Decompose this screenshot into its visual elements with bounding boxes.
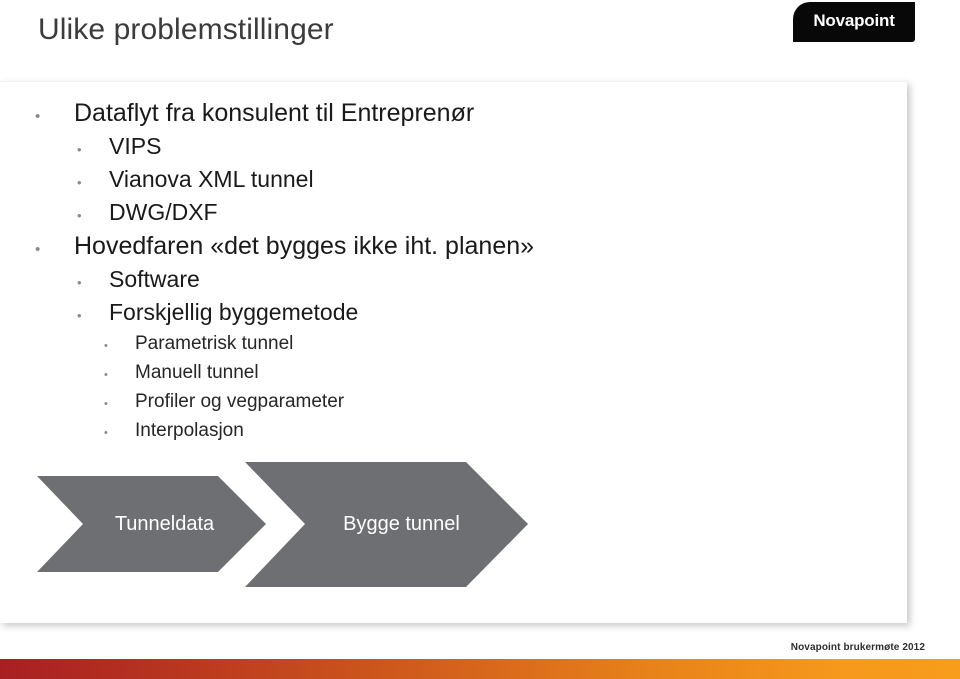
slide-content-panel: • Dataflyt fra konsulent til Entreprenør…: [0, 81, 907, 623]
bullet-marker-icon: •: [77, 308, 82, 323]
footer-note: Novapoint brukermøte 2012: [790, 642, 925, 653]
list-item: • Software: [0, 263, 907, 296]
page-title: Ulike problemstillinger: [38, 13, 334, 46]
process-step-label: Tunneldata: [114, 513, 215, 535]
list-item-label: VIPS: [109, 133, 162, 159]
list-item: • Forskjellig byggemetode: [0, 296, 907, 329]
process-step-label: Bygge tunnel: [343, 513, 460, 535]
list-item: • Hovedfaren «det bygges ikke iht. plane…: [0, 229, 907, 263]
bullet-marker-icon: •: [35, 241, 41, 258]
list-item-label: Forskjellig byggemetode: [109, 299, 359, 325]
bullet-marker-icon: •: [104, 398, 108, 410]
bullet-list: • Dataflyt fra konsulent til Entreprenør…: [0, 96, 907, 445]
list-item-label: Vianova XML tunnel: [109, 166, 314, 192]
bullet-marker-icon: •: [77, 175, 82, 190]
list-item-label: Hovedfaren «det bygges ikke iht. planen»: [74, 232, 535, 260]
process-diagram: Tunneldata Bygge tunnel: [0, 457, 907, 597]
novapoint-logo: Novapoint: [793, 2, 915, 42]
list-item-label: Manuell tunnel: [135, 362, 259, 383]
bullet-marker-icon: •: [77, 208, 82, 223]
process-step-tunneldata: Tunneldata: [37, 476, 266, 572]
bullet-marker-icon: •: [104, 427, 108, 439]
list-item-label: Software: [109, 266, 200, 292]
list-item-label: Interpolasjon: [135, 420, 244, 441]
list-item-label: Dataflyt fra konsulent til Entreprenør: [74, 99, 475, 127]
bullet-marker-icon: •: [35, 108, 41, 125]
list-item: • VIPS: [0, 130, 907, 163]
list-item-label: DWG/DXF: [109, 199, 218, 225]
list-item-label: Parametrisk tunnel: [135, 333, 294, 354]
list-item: • DWG/DXF: [0, 196, 907, 229]
list-item: • Profiler og vegparameter: [0, 387, 907, 416]
list-item: • Parametrisk tunnel: [0, 329, 907, 358]
footer-accent-bar: [0, 659, 960, 679]
bullet-marker-icon: •: [77, 275, 82, 290]
list-item-label: Profiler og vegparameter: [135, 391, 345, 412]
list-item: • Vianova XML tunnel: [0, 163, 907, 196]
process-step-bygge-tunnel: Bygge tunnel: [245, 462, 528, 587]
bullet-marker-icon: •: [77, 142, 82, 157]
list-item: • Interpolasjon: [0, 416, 907, 445]
novapoint-logo-text: Novapoint: [813, 11, 895, 30]
list-item: • Dataflyt fra konsulent til Entreprenør: [0, 96, 907, 130]
bullet-marker-icon: •: [104, 369, 108, 381]
list-item: • Manuell tunnel: [0, 358, 907, 387]
bullet-marker-icon: •: [104, 340, 108, 352]
